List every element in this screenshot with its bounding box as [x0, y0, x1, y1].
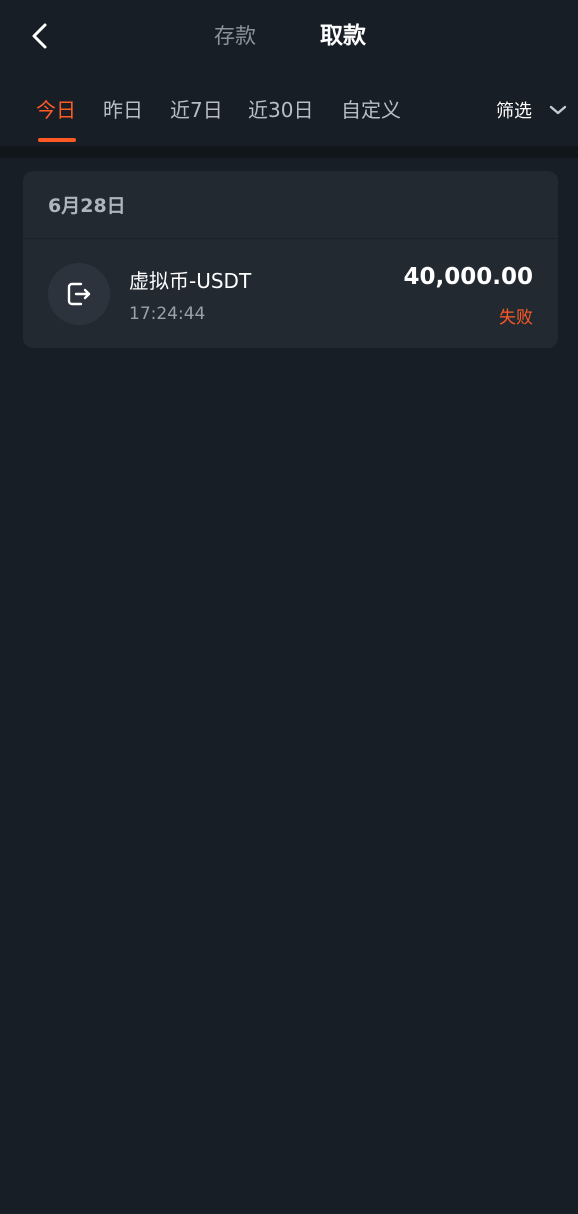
- tab-deposit[interactable]: 存款: [214, 20, 256, 52]
- transaction-title: 虚拟币-USDT: [129, 269, 252, 293]
- top-header: 存款 取款: [0, 0, 578, 72]
- card-divider: [23, 238, 558, 239]
- period-tab-7-days[interactable]: 近7日: [170, 94, 223, 126]
- withdraw-exit-icon: [67, 282, 91, 306]
- period-tab-today[interactable]: 今日: [36, 94, 76, 126]
- transaction-group-card: 6月28日 虚拟币-USDT 17:24:44 40,000.00 失败: [23, 171, 558, 348]
- transaction-time: 17:24:44: [129, 304, 206, 324]
- transaction-status: 失败: [499, 308, 533, 328]
- section-divider: [0, 146, 578, 158]
- group-date: 6月28日: [48, 195, 126, 217]
- transaction-amount: 40,000.00: [403, 264, 534, 290]
- period-filter-bar: 今日 昨日 近7日 近30日 自定义 筛选: [0, 72, 578, 146]
- chevron-down-icon: [549, 105, 567, 115]
- back-arrow-icon: [32, 23, 47, 49]
- period-tab-yesterday[interactable]: 昨日: [103, 94, 143, 126]
- back-button[interactable]: [22, 18, 58, 54]
- period-tab-custom[interactable]: 自定义: [341, 94, 401, 126]
- tab-withdraw[interactable]: 取款: [320, 20, 366, 52]
- filter-label: 筛选: [496, 101, 532, 122]
- active-tab-indicator: [38, 138, 76, 142]
- withdraw-icon-badge: [48, 263, 110, 325]
- period-tab-30-days[interactable]: 近30日: [248, 94, 313, 126]
- filter-button[interactable]: 筛选: [496, 94, 568, 126]
